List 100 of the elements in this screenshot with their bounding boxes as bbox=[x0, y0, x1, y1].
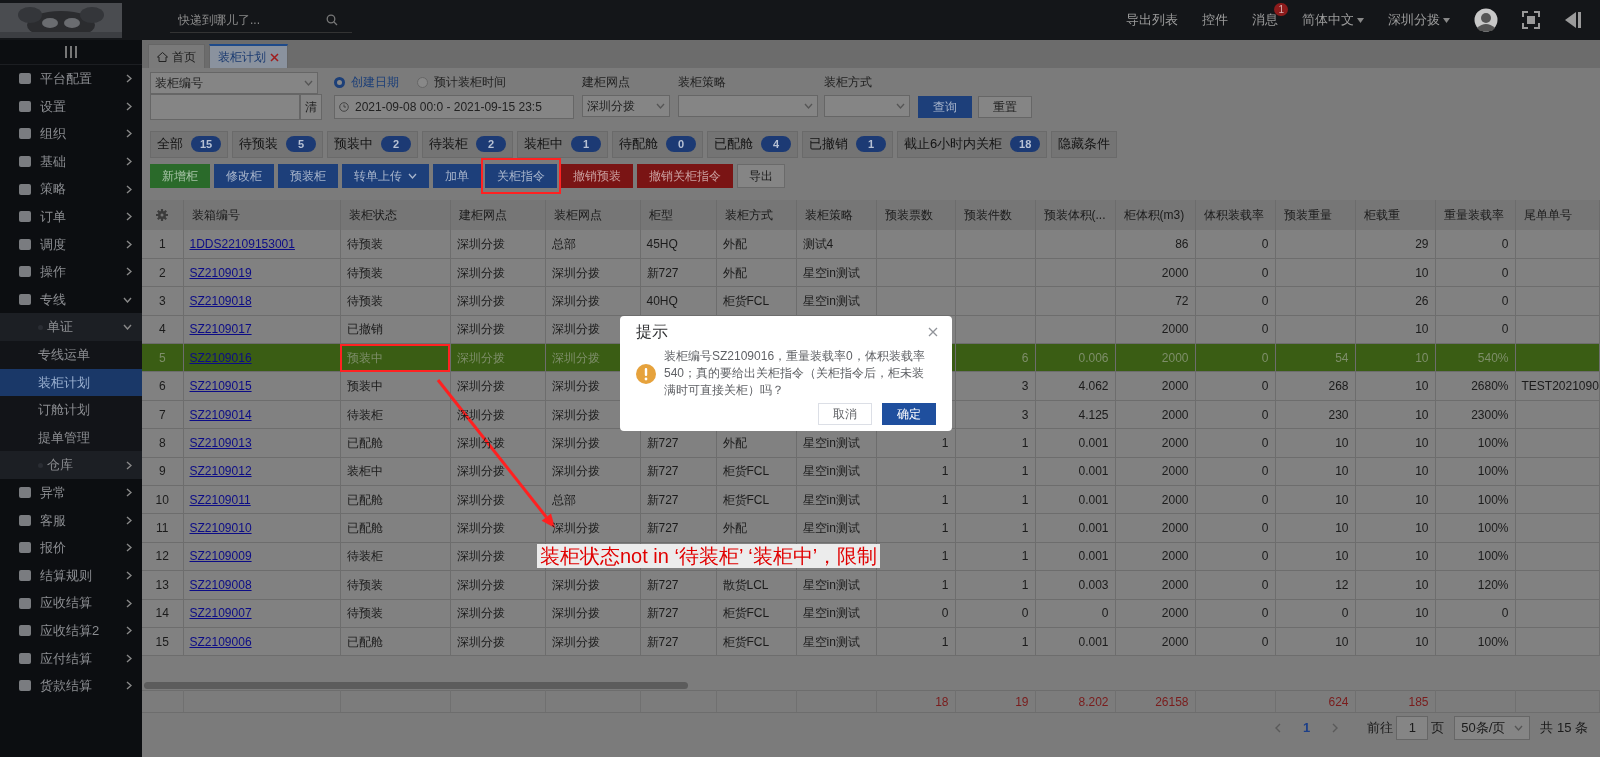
sidebar-item[interactable]: 报价 bbox=[0, 534, 142, 562]
table-cell: 预装中 bbox=[346, 350, 383, 365]
row-number: 15 bbox=[155, 634, 169, 649]
action-button[interactable]: 撤销预装 bbox=[561, 164, 633, 188]
tab[interactable]: 装柜计划 bbox=[209, 44, 288, 68]
sidebar-item[interactable]: 装柜计划 bbox=[0, 368, 142, 397]
count-badge: 15 bbox=[191, 136, 221, 152]
clear-button[interactable]: 清 bbox=[300, 94, 322, 120]
sidebar-item[interactable]: 专线运单 bbox=[0, 340, 142, 369]
cancel-button[interactable]: 取消 bbox=[818, 403, 872, 425]
status-filter[interactable]: 隐藏条件 bbox=[1051, 130, 1118, 158]
count-badge: 0 bbox=[666, 136, 696, 152]
sidebar-item[interactable]: 基础 bbox=[0, 147, 142, 176]
sidebar-item[interactable]: 操作 bbox=[0, 258, 142, 286]
action-button[interactable]: 修改柜 bbox=[214, 164, 274, 188]
chevron-right-icon[interactable] bbox=[1332, 723, 1340, 733]
square-icon bbox=[18, 265, 32, 279]
sidebar-item[interactable]: 订单 bbox=[0, 202, 142, 231]
sidebar-item[interactable]: 应收结算2 bbox=[0, 616, 142, 645]
status-filter[interactable]: 待预装 5 bbox=[232, 130, 323, 158]
column-header: 体积装载率 bbox=[1195, 200, 1275, 230]
close-icon[interactable] bbox=[928, 327, 938, 337]
row-number: 5 bbox=[158, 350, 166, 365]
fullscreen-icon[interactable] bbox=[1522, 11, 1540, 29]
header-dropdown[interactable]: 简体中文 bbox=[1302, 10, 1354, 30]
status-filter[interactable]: 已撤销 1 bbox=[802, 130, 893, 158]
sidebar-item[interactable]: 设置 bbox=[0, 92, 142, 121]
table-cell: 10 bbox=[1415, 435, 1429, 450]
action-button[interactable]: 预装柜 bbox=[278, 164, 338, 188]
sidebar-item[interactable]: 客服 bbox=[0, 506, 142, 535]
text-area[interactable] bbox=[150, 94, 300, 120]
table-cell: 2000 bbox=[1161, 464, 1189, 479]
action-button[interactable]: 撤销关柜指令 bbox=[637, 164, 733, 188]
header-dropdown[interactable]: 深圳分拨 bbox=[1388, 10, 1440, 30]
sidebar-item[interactable]: 结算规则 bbox=[0, 561, 142, 590]
header-link[interactable]: 控件 bbox=[1202, 10, 1228, 30]
table-cell: 深圳分拨 bbox=[551, 379, 600, 394]
sidebar-item[interactable]: 货款结算 bbox=[0, 672, 142, 700]
confirm-button[interactable]: 确定 bbox=[882, 403, 936, 425]
sidebar-item[interactable]: 调度 bbox=[0, 230, 142, 259]
page-input[interactable]: 1 bbox=[1396, 716, 1429, 740]
table-cell: 45HQ bbox=[646, 236, 678, 251]
field-select[interactable]: 装柜编号 bbox=[150, 72, 318, 94]
status-filter[interactable]: 已配舱 4 bbox=[707, 130, 798, 158]
action-button[interactable]: 转单上传 bbox=[342, 164, 429, 188]
close-icon[interactable] bbox=[270, 52, 279, 62]
column-header: 装柜状态 bbox=[340, 200, 450, 230]
search-field[interactable]: 快递到哪儿了... bbox=[176, 9, 326, 30]
action-button[interactable]: 导出 bbox=[737, 164, 785, 188]
gear-icon[interactable] bbox=[156, 209, 169, 221]
dialog-message: 装柜编号SZ2109016，重量装载率0，体积装载率540；真的要给出关柜指令（关柜指令后，柜未装满时可直接关柜）吗？ bbox=[664, 348, 926, 399]
table-cell: 2000 bbox=[1161, 265, 1189, 280]
sidebar-item[interactable]: 应付结算 bbox=[0, 644, 142, 673]
header-link[interactable]: 导出列表 bbox=[1126, 10, 1178, 30]
sidebar-item[interactable]: 专线 bbox=[0, 285, 142, 314]
action-button[interactable]: 关柜指令 bbox=[485, 164, 557, 188]
scrollbar[interactable] bbox=[144, 682, 688, 689]
search-button[interactable]: 查询 bbox=[918, 96, 972, 118]
row-number: 12 bbox=[155, 549, 169, 564]
radio-button[interactable] bbox=[417, 76, 428, 88]
table-cell: 已配舱 bbox=[346, 435, 383, 450]
sidebar-item[interactable]: 策略 bbox=[0, 175, 142, 203]
status-filter[interactable]: 预装中 2 bbox=[327, 130, 418, 158]
sidebar-item[interactable]: 平台配置 bbox=[0, 65, 142, 93]
row-number: 10 bbox=[155, 492, 169, 507]
menu-icon[interactable] bbox=[64, 46, 78, 58]
status-filter[interactable]: 截止6小时内关柜 18 bbox=[897, 130, 1048, 158]
select-field[interactable] bbox=[678, 95, 818, 117]
status-filter[interactable]: 全部 15 bbox=[150, 130, 228, 158]
avatar-icon[interactable] bbox=[1474, 8, 1498, 32]
radio-button[interactable] bbox=[334, 76, 345, 88]
collapse-icon[interactable] bbox=[1564, 12, 1582, 28]
sidebar-item[interactable]: 单证 bbox=[0, 313, 142, 341]
sidebar-item[interactable]: 组织 bbox=[0, 120, 142, 148]
tab[interactable]: 首页 bbox=[148, 44, 205, 68]
sidebar-item[interactable]: 订舱计划 bbox=[0, 396, 142, 424]
select-field[interactable] bbox=[824, 95, 910, 117]
table-cell: 10 bbox=[1415, 577, 1429, 592]
sidebar-item[interactable]: 异常 bbox=[0, 478, 142, 507]
select-field[interactable]: 深圳分拨 bbox=[582, 95, 670, 117]
chevron-left-icon[interactable] bbox=[1274, 723, 1282, 733]
table-cell: 新727 bbox=[646, 435, 679, 450]
action-button[interactable]: 新增柜 bbox=[150, 164, 210, 188]
reset-button[interactable]: 重置 bbox=[978, 96, 1032, 118]
table-cell: 2000 bbox=[1161, 350, 1189, 365]
table-cell: 40HQ bbox=[646, 293, 678, 308]
date-range-field[interactable]: 2021-09-08 00:0 - 2021-09-15 23:5 bbox=[334, 95, 574, 119]
action-button[interactable]: 加单 bbox=[433, 164, 481, 188]
status-filter[interactable]: 装柜中 1 bbox=[517, 130, 608, 158]
status-filter[interactable]: 待配舱 0 bbox=[612, 130, 703, 158]
caret-icon bbox=[1357, 17, 1364, 23]
table-cell: 深圳分拨 bbox=[456, 549, 505, 564]
page-size-select[interactable]: 50条/页 bbox=[1454, 716, 1531, 740]
sidebar-item[interactable]: 仓库 bbox=[0, 451, 142, 479]
status-filter[interactable]: 待装柜 2 bbox=[422, 130, 513, 158]
table-cell: 0 bbox=[1261, 492, 1269, 507]
table-cell: 0 bbox=[1501, 293, 1509, 308]
sidebar-item[interactable]: 提单管理 bbox=[0, 423, 142, 452]
clock-icon bbox=[339, 102, 349, 112]
sidebar-item[interactable]: 应收结算 bbox=[0, 589, 142, 617]
